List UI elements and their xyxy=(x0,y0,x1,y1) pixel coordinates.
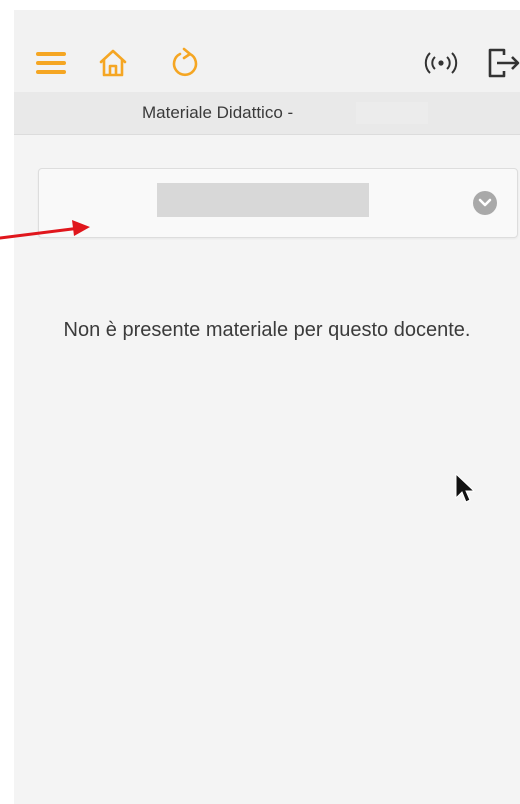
teacher-select-value xyxy=(157,183,369,217)
subtitle-bar: Materiale Didattico - xyxy=(14,92,520,135)
app-window: Materiale Didattico - Non è presente mat… xyxy=(14,10,520,804)
mouse-cursor-icon xyxy=(455,472,476,503)
refresh-icon[interactable] xyxy=(168,46,202,80)
radio-signal-icon[interactable] xyxy=(424,46,458,80)
menu-icon[interactable] xyxy=(34,46,68,80)
page-subtitle: Materiale Didattico - xyxy=(142,103,294,122)
empty-state-message: Non è presente materiale per questo doce… xyxy=(63,319,471,341)
top-toolbar xyxy=(14,10,520,93)
home-icon[interactable] xyxy=(96,46,130,80)
redacted-name xyxy=(356,102,428,124)
chevron-down-icon xyxy=(473,191,497,215)
logout-icon[interactable] xyxy=(486,46,520,80)
teacher-select[interactable] xyxy=(38,168,518,238)
